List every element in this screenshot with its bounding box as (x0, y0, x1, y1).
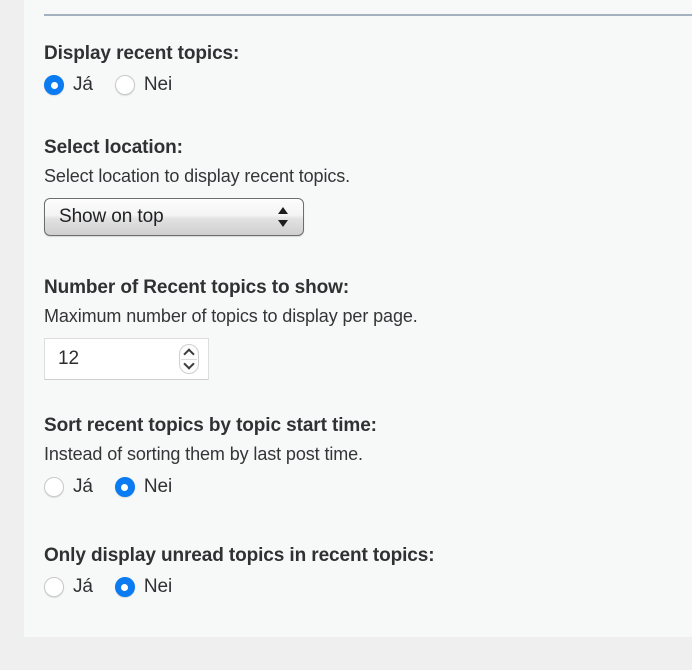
radio-nei-selected-icon[interactable] (114, 477, 135, 497)
location-select[interactable]: Show on top (44, 198, 304, 236)
radio-option-ja[interactable]: Já (44, 476, 93, 498)
radio-option-ja[interactable]: Já (44, 74, 93, 96)
radio-group-sort-by-start-time: Já Nei (44, 472, 377, 502)
field-number-of-topics: Number of Recent topics to show: Maximum… (44, 276, 418, 385)
chevron-updown-icon (278, 206, 289, 228)
field-display-recent-topics: Display recent topics: Já Nei (44, 42, 239, 100)
field-description: Select location to display recent topics… (44, 166, 351, 186)
radio-label-ja: Já (73, 576, 93, 597)
radio-label-nei: Nei (143, 74, 173, 95)
radio-group-only-unread-topics: Já Nei (44, 572, 434, 602)
chevron-down-icon[interactable] (183, 358, 195, 370)
radio-label-ja: Já (73, 74, 93, 95)
radio-label-ja: Já (73, 476, 93, 497)
topics-count-value: 12 (58, 348, 79, 369)
radio-label-nei: Nei (143, 576, 173, 597)
field-title: Select location: (44, 137, 183, 158)
radio-nei-selected-icon[interactable] (114, 577, 135, 597)
topics-count-input[interactable]: 12 (44, 338, 209, 380)
radio-option-ja[interactable]: Já (44, 576, 93, 598)
settings-panel: Display recent topics: Já Nei Select loc… (24, 0, 692, 637)
field-select-location: Select location: Select location to disp… (44, 136, 350, 241)
radio-ja-selected-icon[interactable] (44, 75, 64, 95)
radio-group-display-recent-topics: Já Nei (44, 70, 239, 100)
radio-option-nei[interactable]: Nei (114, 576, 173, 598)
field-title: Display recent topics: (44, 43, 240, 64)
radio-nei-unselected-icon[interactable] (114, 75, 135, 95)
field-description: Maximum number of topics to display per … (44, 306, 418, 326)
field-only-unread-topics: Only display unread topics in recent top… (44, 544, 435, 602)
radio-option-nei[interactable]: Nei (114, 476, 173, 498)
radio-ja-unselected-icon[interactable] (44, 477, 64, 497)
section-divider (44, 14, 692, 16)
radio-label-nei: Nei (143, 476, 173, 497)
field-sort-by-start-time: Sort recent topics by topic start time: … (44, 414, 377, 502)
field-title: Number of Recent topics to show: (44, 277, 350, 298)
field-description: Instead of sorting them by last post tim… (44, 444, 363, 464)
location-select-value: Show on top (59, 206, 164, 227)
radio-ja-unselected-icon[interactable] (44, 577, 64, 597)
quantity-stepper[interactable] (179, 344, 199, 374)
radio-option-nei[interactable]: Nei (114, 74, 173, 96)
field-title: Only display unread topics in recent top… (44, 545, 435, 566)
settings-page: Display recent topics: Já Nei Select loc… (0, 0, 692, 670)
field-title: Sort recent topics by topic start time: (44, 415, 377, 436)
